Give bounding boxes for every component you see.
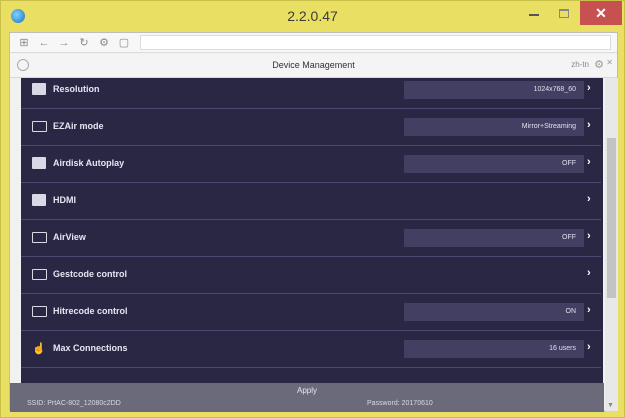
minimize-button[interactable] bbox=[521, 1, 547, 25]
scrollbar-thumb[interactable] bbox=[607, 138, 616, 298]
setting-label: Hitrecode control bbox=[53, 306, 128, 316]
back-icon[interactable]: ← bbox=[36, 35, 52, 51]
chevron-right-icon[interactable]: › bbox=[587, 230, 591, 242]
close-button[interactable]: ✕ bbox=[580, 1, 622, 25]
setting-label: Max Connections bbox=[53, 343, 128, 353]
setting-value[interactable]: OFF bbox=[404, 155, 584, 173]
resolution-icon bbox=[31, 82, 47, 96]
chevron-right-icon[interactable]: › bbox=[587, 82, 591, 94]
setting-row-airview[interactable]: AirView OFF › bbox=[21, 220, 601, 257]
address-input[interactable] bbox=[140, 35, 611, 50]
setting-label: AirView bbox=[53, 232, 86, 242]
setting-label: EZAir mode bbox=[53, 121, 104, 131]
setting-row-hitrecode-control[interactable]: Hitrecode control ON › bbox=[21, 294, 601, 331]
scroll-down-icon[interactable]: ▼ bbox=[607, 402, 614, 409]
setting-value[interactable]: Mirror+Streaming bbox=[404, 118, 584, 136]
setting-row-resolution[interactable]: Resolution 1024x768_60 › bbox=[21, 78, 601, 109]
chevron-right-icon[interactable]: › bbox=[587, 267, 591, 279]
client-area: ⊞ ← → ↻ ⚙ ▢ Device Management zh-tn ⚙ ✕ … bbox=[9, 32, 618, 412]
header-close-icon[interactable]: ✕ bbox=[606, 58, 613, 67]
page-header: Device Management zh-tn ⚙ ✕ bbox=[10, 54, 617, 78]
forward-icon[interactable]: → bbox=[56, 35, 72, 51]
setting-label: HDMI bbox=[53, 195, 76, 205]
setting-value[interactable]: OFF bbox=[404, 229, 584, 247]
language-selector[interactable]: zh-tn bbox=[571, 60, 589, 69]
page-title: Device Management bbox=[272, 60, 355, 70]
setting-label: Gestcode control bbox=[53, 269, 128, 279]
setting-value[interactable]: 16 users bbox=[404, 340, 584, 358]
setting-row-gestcode-control[interactable]: Gestcode control › bbox=[21, 257, 601, 294]
airview-icon bbox=[31, 230, 47, 244]
setting-value[interactable]: 1024x768_60 bbox=[404, 81, 584, 99]
refresh-icon[interactable]: ↻ bbox=[76, 35, 92, 51]
settings-gear-icon[interactable]: ⚙ bbox=[594, 58, 604, 71]
chevron-right-icon[interactable]: › bbox=[587, 119, 591, 131]
vertical-scrollbar[interactable]: ▼ bbox=[605, 78, 618, 411]
apply-button[interactable]: Apply bbox=[10, 386, 604, 395]
maximize-button[interactable] bbox=[551, 1, 577, 25]
ssid-text: SSID: PrtAC-802_12080c2DD bbox=[27, 400, 121, 407]
setting-row-max-connections[interactable]: ☝ Max Connections 16 users › bbox=[21, 331, 601, 368]
setting-row-airdisk-autoplay[interactable]: Airdisk Autoplay OFF › bbox=[21, 146, 601, 183]
hitrecode-icon bbox=[31, 304, 47, 318]
app-window: 2.2.0.47 ✕ ⊞ ← → ↻ ⚙ ▢ Device Management… bbox=[0, 0, 625, 418]
airdisk-icon bbox=[31, 156, 47, 170]
navigation-bar: ⊞ ← → ↻ ⚙ ▢ bbox=[10, 33, 617, 53]
minimize-icon bbox=[529, 14, 539, 16]
page-icon[interactable]: ▢ bbox=[116, 35, 132, 51]
chevron-right-icon[interactable]: › bbox=[587, 341, 591, 353]
password-text: Password: 20170610 bbox=[367, 400, 433, 407]
footer-bar: Apply SSID: PrtAC-802_12080c2DD Password… bbox=[10, 383, 604, 412]
hdmi-icon bbox=[31, 193, 47, 207]
setting-row-hdmi[interactable]: HDMI › bbox=[21, 183, 601, 220]
title-bar: 2.2.0.47 ✕ bbox=[1, 1, 624, 31]
chevron-right-icon[interactable]: › bbox=[587, 156, 591, 168]
maximize-icon bbox=[559, 8, 569, 18]
chevron-right-icon[interactable]: › bbox=[587, 304, 591, 316]
ezair-icon bbox=[31, 119, 47, 133]
gestcode-icon bbox=[31, 267, 47, 281]
setting-row-ezair-mode[interactable]: EZAir mode Mirror+Streaming › bbox=[21, 109, 601, 146]
grid-icon[interactable]: ⊞ bbox=[16, 35, 32, 51]
chevron-right-icon[interactable]: › bbox=[587, 193, 591, 205]
setting-label: Airdisk Autoplay bbox=[53, 158, 125, 168]
settings-icon[interactable]: ⚙ bbox=[96, 35, 112, 51]
setting-value[interactable]: ON bbox=[404, 303, 584, 321]
connections-icon: ☝ bbox=[32, 342, 46, 355]
settings-panel: Resolution 1024x768_60 › EZAir mode Mirr… bbox=[21, 78, 603, 383]
setting-label: Resolution bbox=[53, 84, 100, 94]
